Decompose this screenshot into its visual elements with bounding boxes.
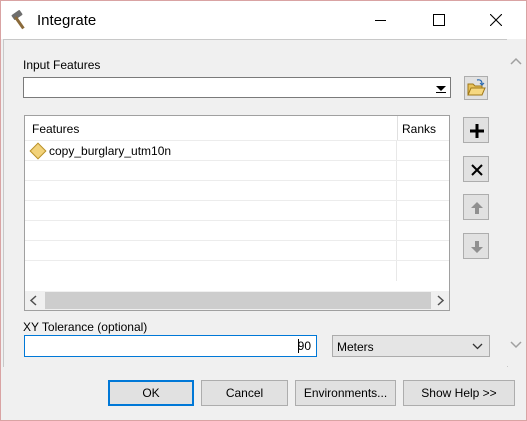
remove-row-button[interactable] [463, 156, 489, 182]
table-row[interactable] [25, 240, 449, 261]
scroll-left-icon[interactable] [25, 291, 43, 310]
scroll-down-icon[interactable] [507, 335, 525, 353]
polygon-feature-icon [29, 142, 47, 160]
table-row[interactable] [25, 180, 449, 201]
horizontal-scrollbar[interactable] [25, 291, 449, 310]
cancel-button[interactable]: Cancel [201, 380, 288, 406]
environments-button[interactable]: Environments... [295, 380, 396, 406]
maximize-button[interactable] [409, 1, 467, 39]
window-title: Integrate [37, 12, 97, 29]
title-bar: Integrate [1, 1, 526, 39]
units-dropdown[interactable]: Meters [332, 335, 490, 357]
features-list[interactable]: Features Ranks copy_burglary_utm10n [24, 115, 450, 311]
arrow-up-icon [471, 202, 483, 214]
xy-tolerance-input[interactable]: 90 [24, 335, 317, 357]
minimize-button[interactable] [351, 1, 409, 39]
scrollbar-thumb[interactable] [45, 292, 431, 309]
units-value: Meters [337, 340, 374, 354]
vertical-scrollbar[interactable] [507, 39, 525, 366]
xy-tolerance-label: XY Tolerance (optional) [23, 320, 148, 334]
table-row[interactable] [25, 220, 449, 241]
hammer-icon [10, 10, 32, 30]
table-row[interactable] [25, 160, 449, 181]
arrow-down-icon [471, 241, 483, 253]
chevron-down-icon[interactable] [436, 86, 446, 91]
close-icon [490, 14, 502, 26]
plus-icon [470, 124, 484, 138]
xy-tolerance-value: 90 [297, 339, 311, 353]
scroll-up-icon[interactable] [507, 53, 525, 71]
close-button[interactable] [467, 1, 525, 39]
move-up-button[interactable] [463, 194, 489, 220]
remove-icon [471, 164, 483, 176]
table-row[interactable]: copy_burglary_utm10n [25, 140, 449, 161]
open-folder-icon [467, 79, 486, 96]
input-features-label: Input Features [23, 58, 101, 72]
integrate-dialog: Integrate Input Features Features Ranks … [0, 0, 527, 421]
scroll-right-icon[interactable] [431, 291, 449, 310]
feature-name: copy_burglary_utm10n [49, 144, 172, 158]
table-row[interactable] [25, 260, 449, 281]
column-header-ranks[interactable]: Ranks [397, 116, 452, 140]
table-row[interactable] [25, 200, 449, 221]
browse-folder-button[interactable] [464, 76, 488, 100]
column-header-features[interactable]: Features [32, 116, 79, 140]
input-features-dropdown[interactable] [23, 77, 451, 98]
ok-button[interactable]: OK [108, 380, 194, 406]
show-help-button[interactable]: Show Help >> [403, 380, 515, 406]
chevron-down-icon [472, 343, 483, 350]
add-row-button[interactable] [463, 117, 489, 143]
move-down-button[interactable] [463, 233, 489, 259]
